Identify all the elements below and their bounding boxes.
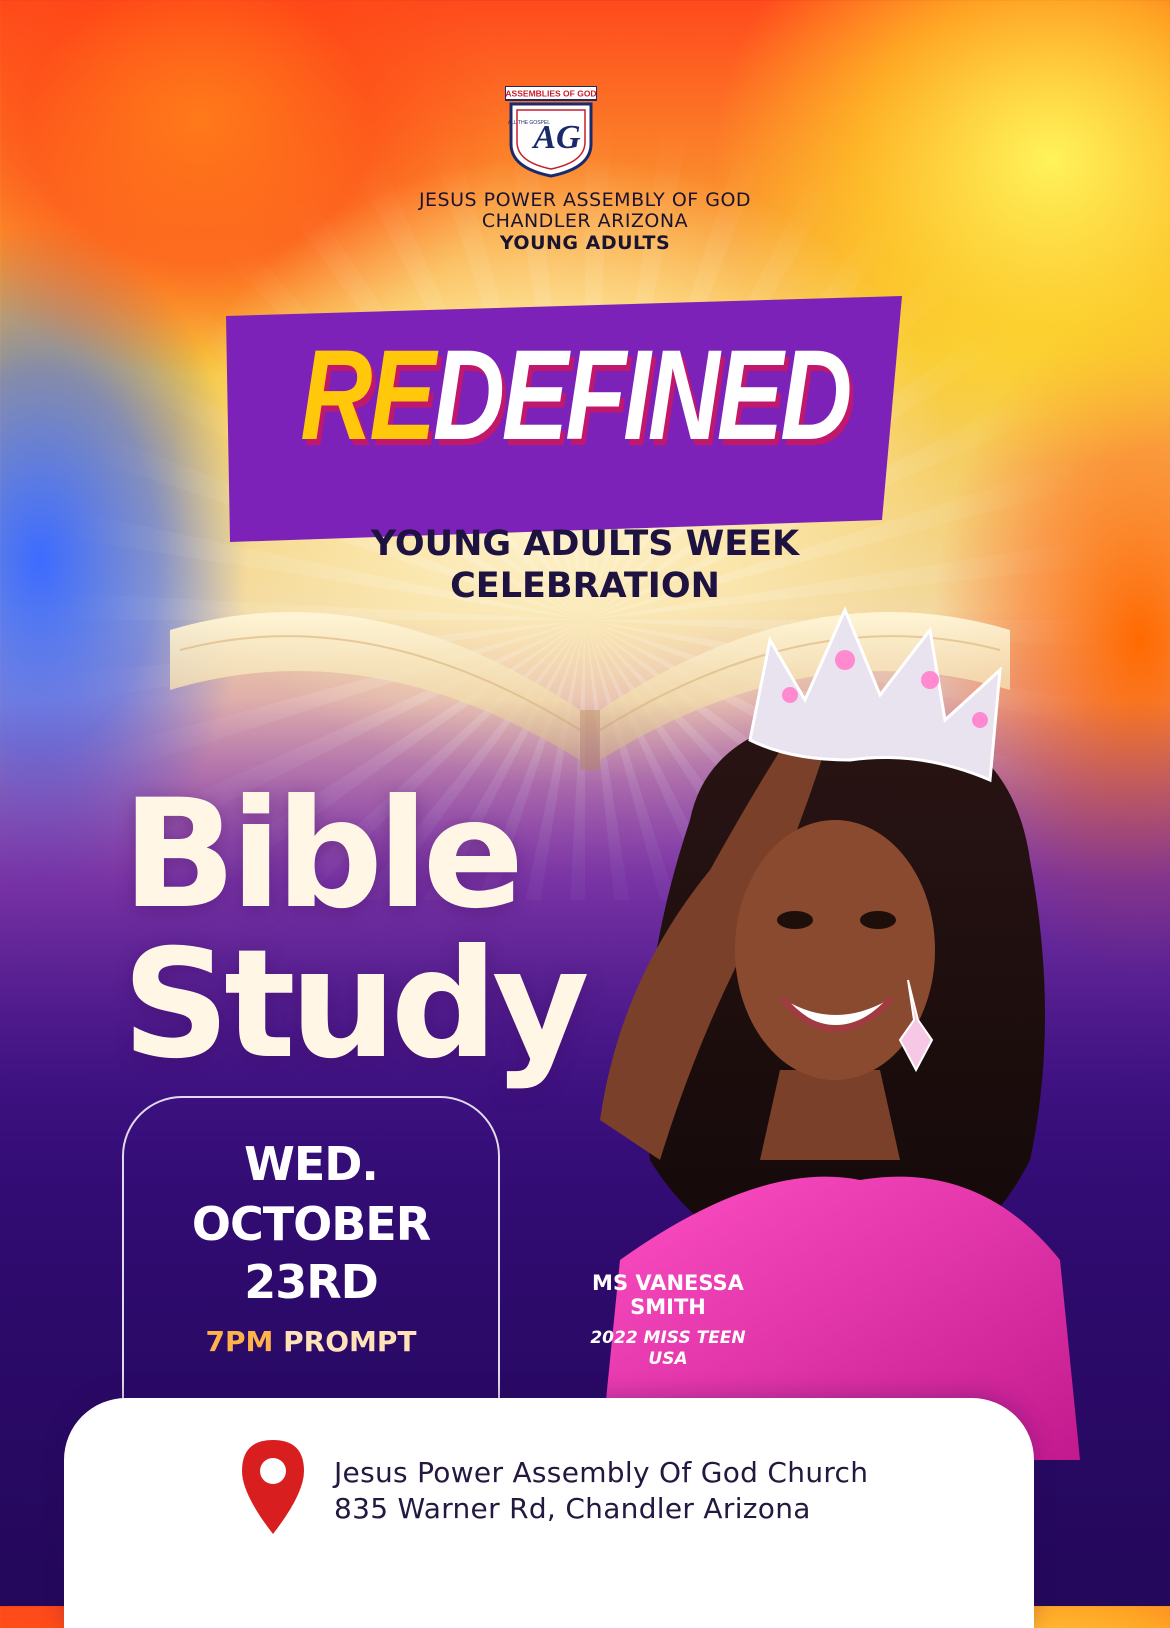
speaker-name-line2: SMITH bbox=[630, 1295, 706, 1319]
banner-subtitle-line1: YOUNG ADULTS WEEK bbox=[370, 524, 800, 564]
event-day: WED. bbox=[244, 1137, 379, 1191]
event-title-line1: Bible bbox=[122, 768, 524, 942]
redefined-banner: REDEFINED bbox=[226, 296, 902, 542]
event-time: 7PM PROMPT bbox=[122, 1322, 500, 1362]
speaker-name-line1: MS VANESSA bbox=[592, 1271, 744, 1295]
event-time-note: PROMPT bbox=[283, 1325, 417, 1358]
event-time-value: 7PM bbox=[205, 1325, 274, 1358]
banner-title: REDEFINED bbox=[300, 316, 852, 476]
location-address: 835 Warner Rd, Chandler Arizona bbox=[334, 1492, 811, 1525]
org-name-line1: JESUS POWER ASSEMBLY OF GOD bbox=[418, 189, 752, 211]
map-pin-icon bbox=[242, 1440, 304, 1534]
org-name-line2: CHANDLER ARIZONA bbox=[481, 210, 689, 232]
logo-top-text: ASSEMBLIES OF GOD bbox=[505, 89, 596, 99]
banner-title-prefix: RE bbox=[300, 324, 436, 467]
location-name: Jesus Power Assembly Of God Church bbox=[334, 1456, 869, 1489]
event-title-line2: Study bbox=[122, 918, 590, 1092]
assemblies-of-god-logo: ASSEMBLIES OF GOD AG ALL THE GOSPEL bbox=[505, 86, 597, 178]
org-name-line3: YOUNG ADULTS bbox=[499, 232, 671, 254]
logo-side-text: ALL THE GOSPEL bbox=[508, 120, 550, 126]
speaker-title-line2: USA bbox=[648, 1349, 688, 1369]
banner-title-rest: DEFINED bbox=[432, 324, 852, 467]
event-month: OCTOBER bbox=[191, 1197, 431, 1251]
event-date: 23RD bbox=[244, 1255, 379, 1309]
speaker-title-line1: 2022 MISS TEEN bbox=[590, 1328, 746, 1348]
